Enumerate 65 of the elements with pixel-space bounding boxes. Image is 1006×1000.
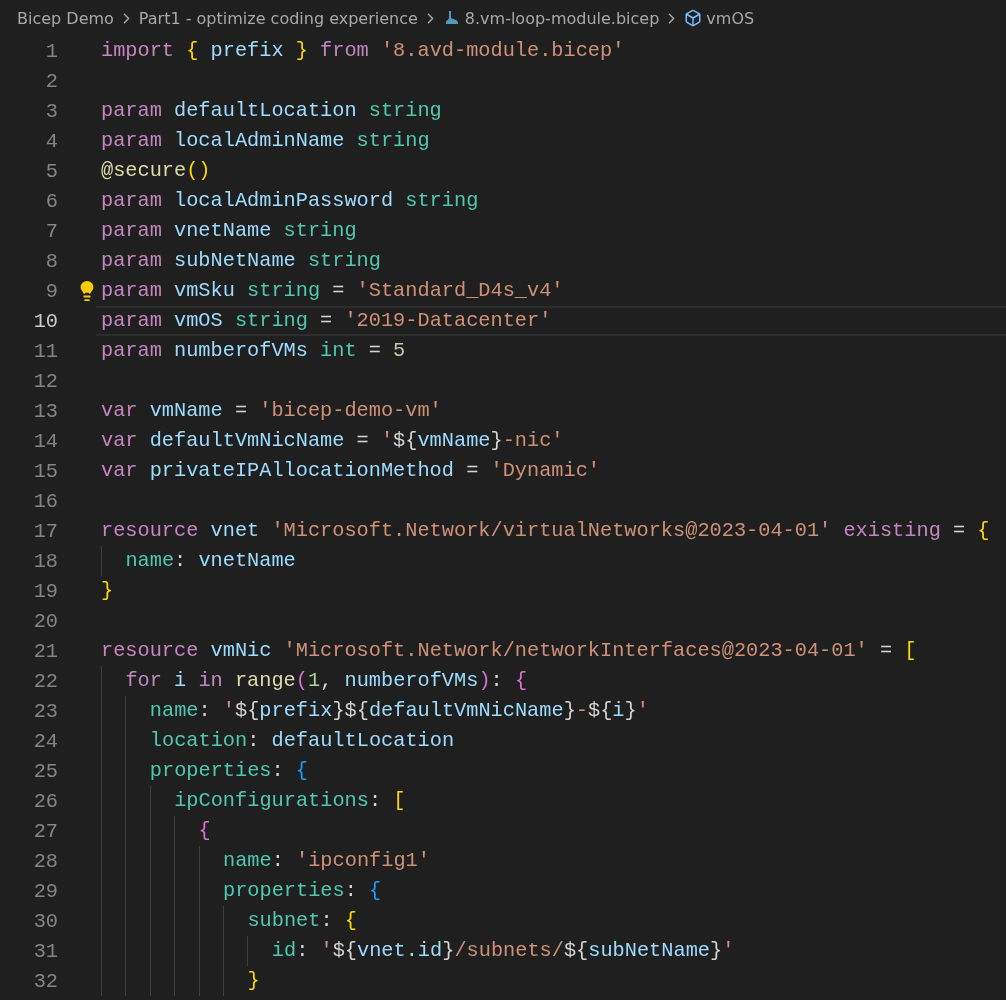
code-line: param subNetName string [101, 248, 381, 274]
code-line: param defaultLocation string [101, 98, 442, 124]
code-line: param vnetName string [101, 218, 357, 244]
line-number: 31 [32, 939, 58, 963]
line-number: 23 [32, 699, 58, 723]
line-number: 1 [44, 39, 58, 63]
line-number: 4 [44, 129, 58, 153]
breadcrumb-item[interactable]: Part1 - optimize coding experience [138, 8, 418, 28]
line-number: 29 [32, 879, 58, 903]
line-number: 27 [32, 819, 58, 843]
code-line: { [198, 818, 211, 844]
line-number: 19 [32, 579, 58, 603]
code-line: } [247, 968, 260, 994]
line-number: 18 [32, 549, 58, 573]
line-number: 8 [44, 249, 58, 273]
line-number: 2 [44, 69, 58, 93]
code-line: resource vnet 'Microsoft.Network/virtualNetworks@2023-04-01' existing = { [101, 518, 990, 544]
line-number: 5 [44, 159, 58, 183]
breadcrumb-item[interactable]: 8.vm-loop-module.bicep [464, 8, 660, 28]
line-number: 21 [32, 639, 58, 663]
code-line: var privateIPAllocationMethod = 'Dynamic' [101, 458, 601, 484]
line-number: 20 [32, 609, 58, 633]
code-line: @secure() [101, 158, 211, 184]
line-number: 3 [44, 99, 58, 123]
code-line: var defaultVmNicName = '${vmName}-nic' [101, 428, 564, 454]
code-line: var vmName = 'bicep-demo-vm' [101, 398, 442, 424]
line-number: 14 [32, 429, 58, 453]
line-number: 25 [32, 759, 58, 783]
code-line: ipConfigurations: [ [174, 788, 406, 814]
line-number: 9 [44, 279, 58, 303]
code-line: } [101, 578, 114, 604]
line-number: 10 [32, 309, 58, 333]
code-line: import { prefix } from '8.avd-module.bicep' [101, 38, 625, 64]
code-line: param localAdminName string [101, 128, 430, 154]
code-line: param numberofVMs int = 5 [101, 338, 406, 364]
code-line: for i in range(1, numberofVMs): { [125, 668, 528, 694]
line-number: 13 [32, 399, 58, 423]
code-line: subnet: { [247, 908, 357, 934]
code-line: properties: { [223, 878, 382, 904]
code-line: param vmOS string = '2019-Datacenter' [101, 308, 552, 334]
code-line: name: vnetName [125, 548, 296, 574]
breadcrumb-item[interactable]: Bicep Demo [17, 8, 114, 28]
code-line: param vmSku string = 'Standard_D4s_v4' [101, 278, 564, 304]
line-number: 26 [32, 789, 58, 813]
code-line: id: '${vnet.id}/subnets/${subNetName}' [271, 938, 735, 964]
line-number: 15 [32, 459, 58, 483]
line-number: 12 [32, 369, 58, 393]
line-number: 28 [32, 849, 58, 873]
line-number: 30 [32, 909, 58, 933]
line-number: 22 [32, 669, 58, 693]
line-number: 11 [32, 339, 58, 363]
line-number: 16 [32, 489, 58, 513]
code-line: properties: { [149, 758, 309, 784]
code-line: name: 'ipconfig1' [223, 848, 430, 874]
breadcrumb-item[interactable]: vmOS [706, 8, 755, 28]
code-line: param localAdminPassword string [101, 188, 479, 214]
line-number: 24 [32, 729, 58, 753]
line-number: 17 [32, 519, 58, 543]
line-number: 6 [44, 189, 58, 213]
code-line: location: defaultLocation [149, 728, 455, 754]
code-line: resource vmNic 'Microsoft.Network/networkInterfaces@2023-04-01' = [ [101, 638, 917, 664]
line-number: 7 [44, 219, 58, 243]
cube-icon [684, 9, 703, 27]
line-number: 32 [32, 969, 58, 993]
code-line: name: '${prefix}${defaultVmNicName}-${i}' [149, 698, 649, 724]
